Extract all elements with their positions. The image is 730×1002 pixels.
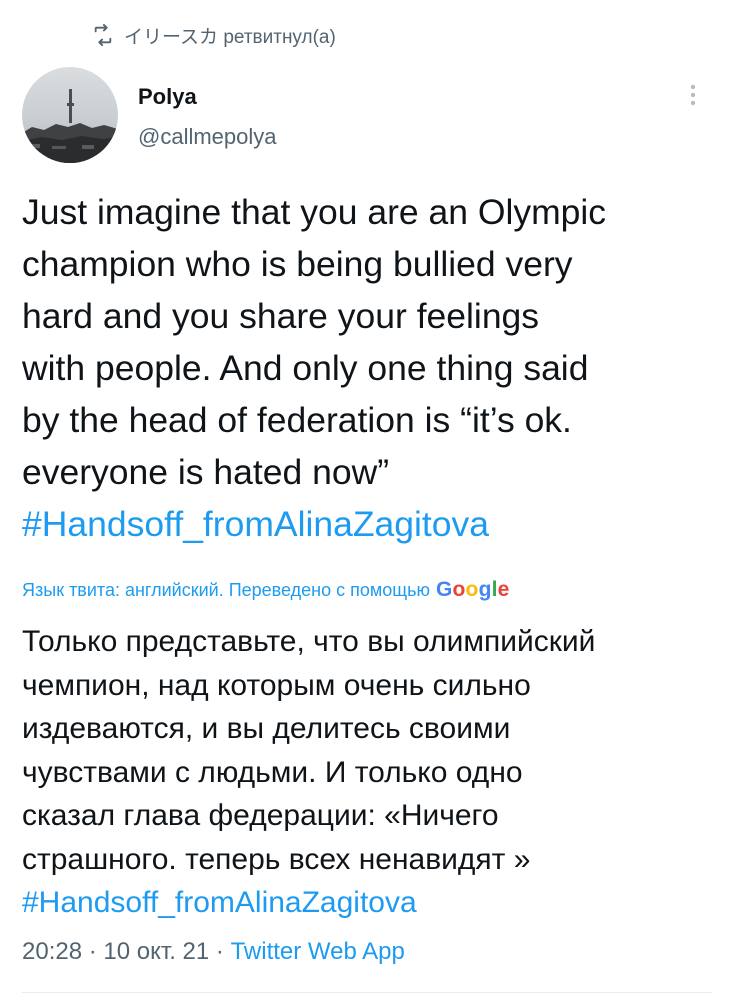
google-letter: g — [478, 578, 492, 601]
retweet-icon — [92, 24, 114, 46]
meta-separator: · — [209, 938, 231, 965]
translated-line: Только представьте, что вы олимпийский — [22, 625, 596, 658]
more-dots-icon — [690, 83, 696, 112]
tweet-line: with people. And only one thing said — [22, 348, 589, 388]
google-letter: e — [497, 578, 510, 601]
translated-line: сказал глава федерации: «Ничего — [22, 799, 499, 832]
meta-separator: · — [82, 938, 104, 965]
tweet-line: champion who is being bullied very — [22, 244, 573, 284]
translated-hashtag-link[interactable]: #Handsoff_fromAlinaZagitova — [22, 881, 712, 925]
tweet-line: by the head of federation is “it’s ok. — [22, 400, 572, 440]
translated-line: чемпион, над которым очень сильно — [22, 668, 531, 702]
translated-line: чувствами с людьми. И только одно — [22, 755, 523, 789]
tweet-line: everyone is hated now” — [22, 452, 390, 492]
author-handle[interactable]: @callmepolya — [138, 124, 277, 150]
retweet-label: イリースカ ретвитнул(а) — [124, 26, 336, 48]
translated-line: страшного. теперь всех ненавидят » — [22, 842, 531, 876]
google-letter: o — [465, 578, 479, 601]
divider — [22, 992, 712, 993]
tweet-line: hard and you share your feelings — [22, 296, 540, 336]
tweet-time[interactable]: 20:28 — [22, 938, 82, 965]
google-logo: Google — [436, 578, 510, 602]
tweet-line: Just imagine that you are an Olympic — [22, 192, 607, 232]
more-options-button[interactable] — [678, 82, 708, 112]
hashtag-link[interactable]: #Handsoff_fromAlinaZagitova — [22, 498, 712, 550]
translated-text: Только представьте, что вы олимпийский ч… — [22, 620, 712, 925]
google-letter: G — [435, 578, 453, 601]
tweet-date[interactable]: 10 окт. 21 — [103, 938, 209, 965]
translated-line: издеваются, и вы делитесь своими — [22, 712, 511, 745]
translation-label: Язык твита: английский. Переведено с пом… — [22, 580, 430, 600]
tweet-text: Just imagine that you are an Olympic cha… — [22, 186, 712, 550]
avatar[interactable] — [22, 67, 118, 163]
google-letter: o — [452, 578, 466, 601]
author-name[interactable]: Polya — [138, 84, 197, 110]
retweet-context[interactable]: イリースカ ретвитнул(а) — [92, 20, 336, 50]
tweet-source[interactable]: Twitter Web App — [231, 938, 405, 965]
translation-notice[interactable]: Язык твита: английский. Переведено с пом… — [22, 578, 712, 602]
tweet-meta: 20:28 · 10 окт. 21 · Twitter Web App — [22, 938, 405, 966]
